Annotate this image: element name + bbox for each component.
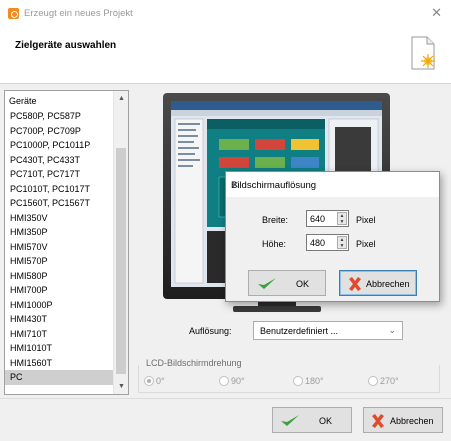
resolution-dialog-close-button[interactable]: ✕ bbox=[231, 180, 431, 191]
device-list[interactable]: Geräte PC580P, PC587P PC700P, PC709P PC100… bbox=[4, 90, 129, 395]
dialog-ok-label: OK bbox=[296, 279, 310, 289]
rotation-0-radio[interactable]: 0° bbox=[144, 376, 165, 386]
chevron-down-icon: ⌄ bbox=[388, 325, 396, 335]
device-list-item[interactable]: PC1000P, PC1011P bbox=[5, 138, 113, 153]
check-icon bbox=[258, 278, 276, 289]
height-value: 480 bbox=[310, 238, 326, 248]
ok-button[interactable]: OK bbox=[272, 407, 352, 433]
device-list-item[interactable]: PC710T, PC717T bbox=[5, 167, 113, 182]
device-list-item[interactable]: PC580P, PC587P bbox=[5, 109, 113, 124]
rotation-270-radio[interactable]: 270° bbox=[368, 376, 399, 386]
rotation-90-label: 90° bbox=[231, 376, 245, 386]
cancel-x-icon bbox=[349, 277, 361, 291]
scroll-thumb[interactable] bbox=[116, 148, 126, 374]
window-titlebar: Erzeugt ein neues Projekt ✕ bbox=[0, 0, 451, 26]
device-list-item[interactable]: HMI1010T bbox=[5, 341, 113, 356]
check-icon bbox=[281, 415, 299, 426]
resolution-label: Auflösung: bbox=[189, 326, 232, 336]
width-label: Breite: bbox=[262, 215, 289, 225]
new-document-icon bbox=[411, 36, 435, 70]
device-list-item[interactable]: HMI580P bbox=[5, 269, 113, 284]
device-list-header: Geräte bbox=[9, 96, 37, 106]
ok-label: OK bbox=[319, 416, 333, 426]
device-list-item[interactable]: HMI570V bbox=[5, 240, 113, 255]
device-list-item[interactable]: HMI350P bbox=[5, 225, 113, 240]
rotation-270-label: 270° bbox=[380, 376, 399, 386]
cancel-x-icon bbox=[372, 414, 384, 428]
spinner-arrows-icon[interactable]: ▲ ▼ bbox=[337, 212, 347, 225]
device-list-items: PC580P, PC587P PC700P, PC709P PC1000P, PC1… bbox=[5, 109, 113, 385]
height-unit: Pixel bbox=[356, 239, 376, 249]
app-icon bbox=[8, 8, 19, 19]
device-list-item[interactable]: PC1010T, PC1017T bbox=[5, 182, 113, 197]
device-list-item[interactable]: HMI710T bbox=[5, 327, 113, 342]
spinner-arrows-icon[interactable]: ▲ ▼ bbox=[337, 236, 347, 249]
resolution-select[interactable]: Benutzerdefiniert ... ⌄ bbox=[253, 321, 403, 340]
dialog-cancel-button[interactable]: Abbrechen bbox=[339, 270, 417, 296]
device-list-item[interactable]: PC430T, PC433T bbox=[5, 153, 113, 168]
height-spinner[interactable]: 480 ▲ ▼ bbox=[306, 234, 349, 251]
device-list-item[interactable]: HMI1000P bbox=[5, 298, 113, 313]
scroll-up-icon[interactable]: ▲ bbox=[114, 91, 128, 106]
width-spinner[interactable]: 640 ▲ ▼ bbox=[306, 210, 349, 227]
device-list-scrollbar[interactable]: ▲ ▼ bbox=[113, 91, 128, 394]
radio-icon bbox=[219, 376, 229, 386]
device-list-item[interactable]: HMI430T bbox=[5, 312, 113, 327]
window-close-button[interactable]: ✕ bbox=[431, 6, 442, 19]
radio-icon bbox=[368, 376, 378, 386]
device-list-item[interactable]: HMI350V bbox=[5, 211, 113, 226]
cancel-label: Abbrechen bbox=[390, 416, 434, 426]
wizard-header: Zielgeräte auswahlen bbox=[0, 26, 451, 84]
radio-icon bbox=[293, 376, 303, 386]
device-list-item[interactable]: HMI570P bbox=[5, 254, 113, 269]
resolution-dialog-titlebar: Bildschirmauflösung ✕ bbox=[226, 172, 439, 197]
rotation-0-label: 0° bbox=[156, 376, 165, 386]
wizard-footer: OK Abbrechen bbox=[0, 398, 451, 441]
device-list-item[interactable]: PC bbox=[5, 370, 113, 385]
window-title: Erzeugt ein neues Projekt bbox=[24, 8, 133, 19]
dialog-ok-button[interactable]: OK bbox=[248, 270, 326, 296]
resolution-dialog: Bildschirmauflösung ✕ Breite: 640 ▲ ▼ Pix… bbox=[225, 171, 440, 302]
device-list-item[interactable]: HMI1560T bbox=[5, 356, 113, 371]
height-label: Höhe: bbox=[262, 239, 287, 249]
dialog-cancel-label: Abbrechen bbox=[366, 279, 410, 289]
cancel-button[interactable]: Abbrechen bbox=[363, 407, 443, 433]
device-list-item[interactable]: PC700P, PC709P bbox=[5, 124, 113, 139]
width-value: 640 bbox=[310, 214, 326, 224]
radio-selected-icon bbox=[144, 376, 154, 386]
rotation-180-radio[interactable]: 180° bbox=[293, 376, 324, 386]
scroll-down-icon[interactable]: ▼ bbox=[114, 379, 128, 394]
resolution-value: Benutzerdefiniert ... bbox=[260, 326, 339, 336]
rotation-90-radio[interactable]: 90° bbox=[219, 376, 245, 386]
width-unit: Pixel bbox=[356, 215, 376, 225]
rotation-180-label: 180° bbox=[305, 376, 324, 386]
device-list-item[interactable]: HMI700P bbox=[5, 283, 113, 298]
device-list-item[interactable]: PC1560T, PC1567T bbox=[5, 196, 113, 211]
page-title: Zielgeräte auswahlen bbox=[15, 40, 117, 51]
